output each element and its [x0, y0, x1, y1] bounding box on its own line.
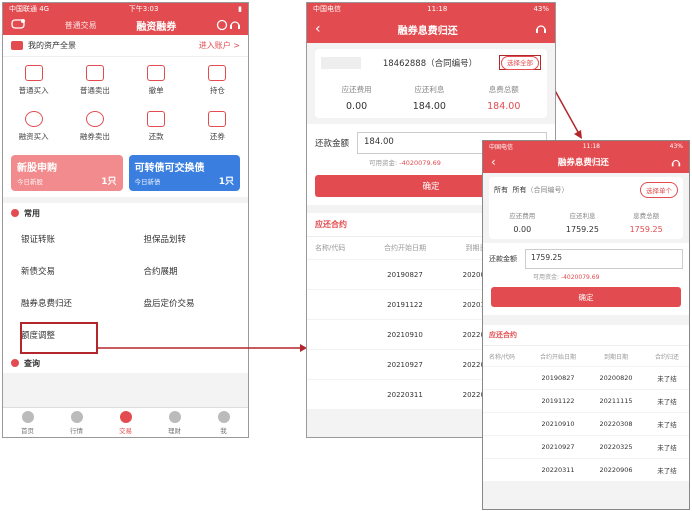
interest-value: 1759.25 [565, 225, 599, 234]
cell-start-date: 20191122 [541, 397, 575, 405]
table-row[interactable]: 20210910 20220308 未了结 [483, 412, 689, 435]
contract-number-label: （合同编号） [526, 186, 569, 194]
column-header: 合约开始日期 [539, 353, 576, 361]
battery-label: 43% [533, 5, 549, 13]
table-row[interactable]: 20190827 20200820 未了结 [483, 366, 689, 389]
total-label: 息费总额 [488, 85, 519, 94]
column-header: 到期日期 [603, 353, 628, 361]
headset-icon[interactable] [671, 153, 681, 172]
fee-summary: 应还费用 0.00 应还利息 1759.25 息费总额 1759.25 [494, 210, 678, 234]
cell-end-date: 20220308 [599, 420, 633, 428]
cell-start-date: 20191122 [387, 300, 423, 309]
fee-value: 0.00 [346, 101, 368, 112]
cell-start-date: 20220311 [387, 390, 423, 399]
nav-bar: ‹ 融券息费归还 [483, 151, 689, 173]
column-header: 名称/代码 [315, 244, 346, 252]
contract-all: 所有 [512, 186, 527, 194]
interest-label: 应还利息 [414, 85, 445, 94]
cell-start-date: 20220311 [541, 466, 575, 474]
cell-start-date: 20210927 [387, 360, 423, 369]
select-all-button[interactable]: 选择全部 [500, 56, 539, 70]
column-header: 合约开始日期 [384, 244, 426, 252]
select-button-frame: 选择全部 [498, 55, 541, 70]
available-funds: 可用资金: -4020079.69 [533, 272, 683, 281]
interest-value: 184.00 [412, 101, 446, 112]
phone-screen-fee-repay-all: 中国电信 11:18 43% ‹ 融券息费归还 所有 所有（合同编号） 选择单个… [482, 140, 690, 510]
confirm-button[interactable]: 确定 [491, 287, 681, 307]
contract-card: 18462888（合同编号） 选择全部 应还费用 0.00 应还利息 184.00 … [315, 49, 547, 118]
table-row[interactable]: 20191122 20211115 未了结 [483, 389, 689, 412]
repay-amount-input[interactable]: 1759.25 [525, 249, 683, 269]
page-title: 融券息费归还 [557, 158, 609, 168]
repay-section: 还款金额 1759.25 可用资金: -4020079.69 [483, 243, 689, 287]
fee-summary: 应还费用 0.00 应还利息 184.00 息费总额 184.00 [321, 84, 541, 112]
time-label: 11:18 [427, 5, 448, 13]
fee-label: 应还费用 [509, 212, 536, 220]
cell-start-date: 20190827 [387, 270, 423, 279]
cell-start-date: 20210910 [387, 330, 423, 339]
contract-number: 18462888（合同编号） [382, 58, 478, 69]
contracts-table-header: 名称/代码 合约开始日期 到期日期 合约归还 [483, 346, 689, 366]
masked-account [321, 56, 361, 69]
headset-icon[interactable] [535, 20, 547, 39]
back-icon[interactable]: ‹ [315, 21, 321, 37]
available-value: -4020079.69 [399, 159, 441, 167]
page-title: 融券息费归还 [397, 25, 458, 37]
cell-status: 未了结 [657, 444, 677, 452]
interest-label: 应还利息 [569, 212, 596, 220]
back-icon[interactable]: ‹ [491, 155, 496, 169]
repay-amount-label: 还款金额 [489, 255, 517, 263]
cell-end-date: 20211115 [599, 397, 633, 405]
cell-status: 未了结 [657, 467, 677, 475]
cell-end-date: 20220325 [599, 443, 633, 451]
repay-amount-label: 还款金额 [315, 139, 350, 149]
contract-card: 所有 所有（合同编号） 选择单个 应还费用 0.00 应还利息 1759.25 息费… [489, 177, 683, 239]
status-bar: 中国电信 11:18 43% [483, 141, 689, 151]
total-value: 184.00 [487, 101, 521, 112]
available-value: -4020079.69 [560, 274, 600, 281]
carrier-label: 中国电信 [313, 5, 341, 13]
cell-status: 未了结 [657, 375, 677, 383]
column-header: 合约归还 [654, 353, 679, 361]
select-single-button[interactable]: 选择单个 [640, 182, 678, 198]
fee-value: 0.00 [513, 225, 532, 234]
battery-label: 43% [669, 142, 683, 150]
available-label: 可用资金: [533, 274, 560, 281]
header-area: 中国电信 11:18 43% ‹ 融券息费归还 [483, 141, 689, 173]
total-value: 1759.25 [629, 225, 663, 234]
cell-start-date: 20210927 [541, 443, 575, 451]
available-label: 可用资金: [369, 159, 398, 167]
time-label: 11:18 [582, 142, 600, 150]
cell-end-date: 20200820 [599, 374, 633, 382]
cell-status: 未了结 [657, 421, 677, 429]
cell-start-date: 20190827 [541, 374, 575, 382]
header-area: 中国电信 11:18 43% ‹ 融券息费归还 [307, 3, 555, 43]
fee-label: 应还费用 [341, 85, 372, 94]
column-header: 名称/代码 [489, 353, 516, 361]
cell-start-date: 20210910 [541, 420, 575, 428]
table-row[interactable]: 20220311 20220906 未了结 [483, 458, 689, 481]
contracts-table-title: 应还合约 [483, 325, 689, 346]
account-all: 所有 [494, 186, 508, 194]
cell-status: 未了结 [657, 398, 677, 406]
table-row[interactable]: 20210927 20220325 未了结 [483, 435, 689, 458]
status-bar: 中国电信 11:18 43% [307, 3, 555, 15]
carrier-label: 中国电信 [489, 143, 514, 151]
nav-bar: ‹ 融券息费归还 [307, 15, 555, 43]
cell-end-date: 20220906 [599, 466, 633, 474]
total-label: 息费总额 [633, 212, 660, 220]
